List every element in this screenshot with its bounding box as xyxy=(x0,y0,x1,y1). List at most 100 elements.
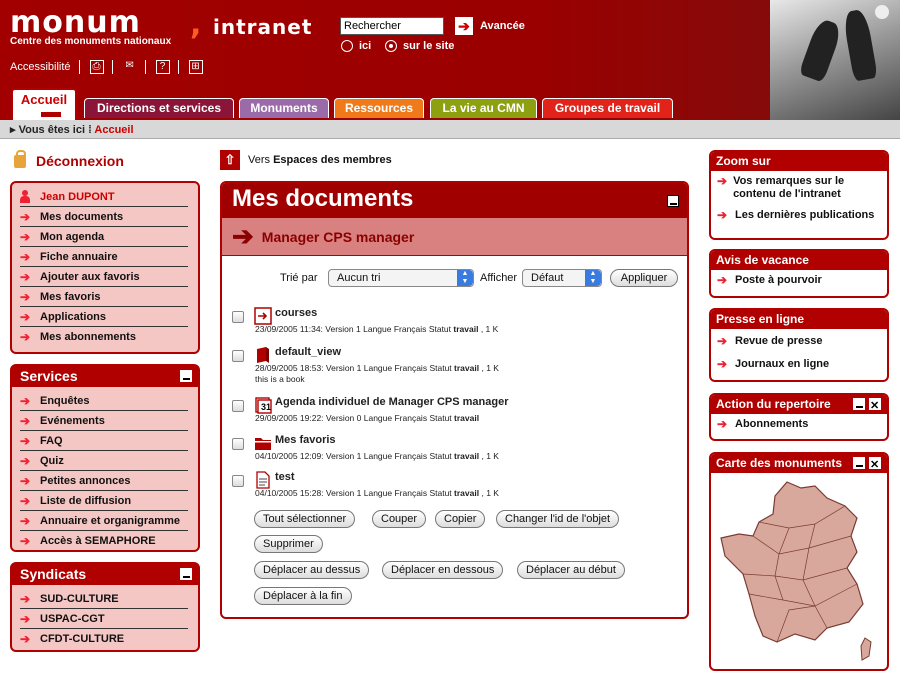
select-all-button[interactable]: Tout sélectionner xyxy=(254,510,356,528)
document-name[interactable]: Mes favoris xyxy=(275,434,336,446)
meta-date: 23/09/2005 11:34: xyxy=(255,324,323,334)
user-name[interactable]: Jean DUPONT xyxy=(20,187,188,207)
services-item[interactable]: ➔ Evénements xyxy=(20,411,188,431)
minimize-icon[interactable] xyxy=(180,370,192,382)
sort-select[interactable]: Aucun tri ▲ ▼ xyxy=(328,269,474,287)
copy-button[interactable]: Copier xyxy=(435,510,486,528)
back-target[interactable]: Espaces des membres xyxy=(273,154,392,166)
document-name[interactable]: Agenda individuel de Manager CPS manager xyxy=(275,396,509,408)
user-menu-item[interactable]: ➔ Ajouter aux favoris xyxy=(20,267,188,287)
move-top-button[interactable]: Déplacer au début xyxy=(517,561,625,579)
user-menu-item[interactable]: ➔ Mes favoris xyxy=(20,287,188,307)
sitemap-icon[interactable]: ⊞ xyxy=(188,60,203,74)
zoom-item[interactable]: ➔ Les dernières publications xyxy=(711,205,887,226)
minimize-icon[interactable] xyxy=(853,457,865,469)
user-menu-item[interactable]: ➔ Fiche annuaire xyxy=(20,247,188,267)
document-name[interactable]: test xyxy=(275,471,295,483)
user-menu-item[interactable]: ➔ Mes documents xyxy=(20,207,188,227)
services-item[interactable]: ➔ Accès à SEMAPHORE xyxy=(20,531,188,551)
action-repertoire-box: Action du repertoire ➔ Abonnements xyxy=(709,393,889,441)
scope-here-radio[interactable]: ici xyxy=(341,40,371,52)
move-down-button[interactable]: Déplacer en dessous xyxy=(382,561,504,579)
meta-size: , 1 K xyxy=(481,451,499,461)
mail-icon[interactable]: ✉ xyxy=(123,60,137,74)
document-name[interactable]: courses xyxy=(275,307,317,319)
document-checkbox[interactable] xyxy=(232,400,244,412)
item-label: Ajouter aux favoris xyxy=(40,270,140,283)
members-space-link[interactable]: ⇧ Vers Espaces des membres xyxy=(220,150,392,170)
help-icon[interactable]: ? xyxy=(155,60,170,74)
minimize-icon[interactable] xyxy=(667,195,679,207)
document-row: test 04/10/2005 15:28: Version 1 Langue … xyxy=(232,471,672,507)
breadcrumb-prefix: Vous êtes ici xyxy=(18,124,86,136)
show-select[interactable]: Défaut ▲ ▼ xyxy=(522,269,602,287)
logout-link[interactable]: Déconnexion xyxy=(14,149,124,169)
logo-comma: , xyxy=(190,7,203,42)
presse-item[interactable]: ➔ Revue de presse xyxy=(711,329,887,352)
presse-item[interactable]: ➔ Journaux en ligne xyxy=(711,352,887,375)
action-header: Action du repertoire xyxy=(711,395,887,415)
accessibility-link[interactable]: Accessibilité xyxy=(10,61,71,73)
search-input[interactable]: Rechercher xyxy=(340,17,444,35)
book-icon xyxy=(257,347,269,363)
document-checkbox[interactable] xyxy=(232,438,244,450)
move-bottom-button[interactable]: Déplacer à la fin xyxy=(254,587,352,605)
cut-button[interactable]: Couper xyxy=(372,510,427,528)
search-go-button[interactable]: ➔ xyxy=(455,17,473,35)
services-title: Services xyxy=(20,368,78,384)
user-menu-item[interactable]: ➔ Mes abonnements xyxy=(20,327,188,347)
delete-button[interactable]: Supprimer xyxy=(254,535,323,553)
syndicats-item[interactable]: ➔ USPAC-CGT xyxy=(20,609,188,629)
tab-accueil[interactable]: Accueil xyxy=(11,88,77,120)
close-icon[interactable] xyxy=(869,397,881,415)
tab-vie-cmn[interactable]: La vie au CMN xyxy=(430,98,537,118)
advanced-search-link[interactable]: Avancée xyxy=(480,20,525,32)
close-icon[interactable] xyxy=(869,456,881,474)
tab-directions[interactable]: Directions et services xyxy=(84,98,234,118)
user-menu-item[interactable]: ➔ Mon agenda xyxy=(20,227,188,247)
site-subtitle: Centre des monuments nationaux xyxy=(10,36,172,47)
document-checkbox[interactable] xyxy=(232,311,244,323)
services-item[interactable]: ➔ Quiz xyxy=(20,451,188,471)
services-item[interactable]: ➔ Liste de diffusion xyxy=(20,491,188,511)
tab-ressources[interactable]: Ressources xyxy=(334,98,424,118)
vacance-header: Avis de vacance xyxy=(711,251,887,270)
change-id-button[interactable]: Changer l'id de l'objet xyxy=(496,510,620,528)
logo[interactable]: monum , intranet xyxy=(10,8,311,40)
vacance-item[interactable]: ➔ Poste à pourvoir xyxy=(711,270,887,291)
tab-groupes[interactable]: Groupes de travail xyxy=(542,98,673,118)
page-title: Mes documents xyxy=(232,185,414,212)
apply-button[interactable]: Appliquer xyxy=(610,269,678,287)
services-item[interactable]: ➔ FAQ xyxy=(20,431,188,451)
tab-monuments[interactable]: Monuments xyxy=(239,98,329,118)
syndicats-item[interactable]: ➔ SUD-CULTURE xyxy=(20,589,188,609)
document-checkbox[interactable] xyxy=(232,475,244,487)
item-label: Accès à SEMAPHORE xyxy=(40,535,156,547)
arrow-icon: ➔ xyxy=(20,591,31,606)
breadcrumb-current[interactable]: Accueil xyxy=(94,124,133,136)
document-name[interactable]: default_view xyxy=(275,346,341,358)
move-up-button[interactable]: Déplacer au dessus xyxy=(254,561,370,579)
item-label: Mes documents xyxy=(40,210,124,223)
services-item[interactable]: ➔ Petites annonces xyxy=(20,471,188,491)
arrow-icon: ➔ xyxy=(20,413,31,428)
scope-site-radio[interactable]: sur le site xyxy=(385,40,454,52)
arrow-icon: ➔ xyxy=(20,229,31,244)
services-item[interactable]: ➔ Annuaire et organigramme xyxy=(20,511,188,531)
document-checkbox[interactable] xyxy=(232,350,244,362)
select-arrows-icon: ▲ ▼ xyxy=(457,270,473,286)
zoom-item[interactable]: ➔ Vos remarques sur le contenu de l'intra… xyxy=(711,171,887,205)
calendar-icon: 31 xyxy=(255,397,272,414)
radio-icon[interactable] xyxy=(341,40,353,52)
minimize-icon[interactable] xyxy=(180,568,192,580)
services-item[interactable]: ➔ Enquêtes xyxy=(20,391,188,411)
radio-selected-icon[interactable] xyxy=(385,40,397,52)
syndicats-item[interactable]: ➔ CFDT-CULTURE xyxy=(20,629,188,649)
divider xyxy=(111,60,113,74)
action-item[interactable]: ➔ Abonnements xyxy=(711,414,887,435)
minimize-icon[interactable] xyxy=(853,398,865,410)
print-icon[interactable]: ⎙ xyxy=(89,60,104,74)
user-menu-item[interactable]: ➔ Applications xyxy=(20,307,188,327)
france-map[interactable] xyxy=(719,476,879,664)
arrow-up-icon[interactable]: ⇧ xyxy=(220,150,240,170)
